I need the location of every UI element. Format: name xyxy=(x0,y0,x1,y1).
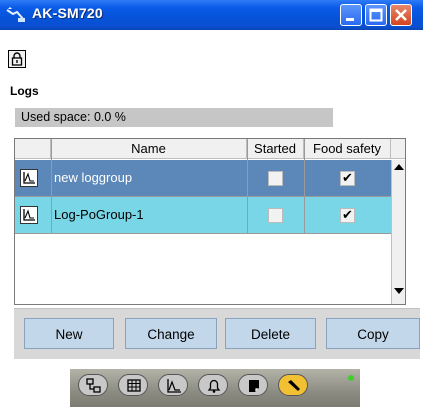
status-led xyxy=(348,375,354,381)
section-title: Logs xyxy=(10,84,39,98)
row-name: Log-PoGroup-1 xyxy=(54,207,144,222)
lock-button[interactable] xyxy=(8,50,26,68)
wrench-icon xyxy=(288,380,300,391)
bell-icon xyxy=(207,379,221,393)
note-button[interactable] xyxy=(238,374,268,396)
row-started-cell xyxy=(247,160,304,196)
title-bar[interactable]: AK-SM720 xyxy=(0,0,423,30)
app-icon xyxy=(6,6,26,24)
used-space-text: Used space: 0.0 % xyxy=(21,110,126,124)
table-row[interactable]: Log-PoGroup-1 ✔ xyxy=(15,197,405,233)
action-panel: New Change Delete Copy xyxy=(14,308,420,359)
food-safety-checkbox[interactable]: ✔ xyxy=(340,170,355,186)
log-table: Name Started Food safety new loggroup ✔ xyxy=(14,138,406,305)
hierarchy-icon xyxy=(86,378,101,393)
maximize-button[interactable] xyxy=(365,4,387,26)
graph-button[interactable] xyxy=(20,169,38,187)
row-food-safety-cell: ✔ xyxy=(304,160,391,196)
wrench-button[interactable] xyxy=(278,374,308,396)
row-graph-cell xyxy=(15,160,51,196)
column-header-icon xyxy=(15,139,51,159)
maximize-icon xyxy=(369,8,383,22)
started-checkbox[interactable] xyxy=(268,208,283,223)
table-scrollbar[interactable] xyxy=(391,160,405,304)
row-divider xyxy=(15,233,391,234)
note-icon xyxy=(249,380,259,392)
hierarchy-button[interactable] xyxy=(78,374,108,396)
graph-tool-button[interactable] xyxy=(158,374,188,396)
row-graph-cell xyxy=(15,197,51,233)
row-name: new loggroup xyxy=(54,170,133,185)
started-checkbox[interactable] xyxy=(268,171,283,186)
scroll-down-icon[interactable] xyxy=(394,288,404,294)
column-divider xyxy=(247,139,248,234)
delete-button[interactable]: Delete xyxy=(225,318,316,349)
food-safety-checkbox[interactable]: ✔ xyxy=(340,207,355,223)
row-food-safety-cell: ✔ xyxy=(304,197,391,233)
row-started-cell xyxy=(247,197,304,233)
grid-button[interactable] xyxy=(118,374,148,396)
column-header-name[interactable]: Name xyxy=(51,139,247,159)
alarm-button[interactable] xyxy=(198,374,228,396)
lock-icon xyxy=(11,52,23,66)
bottom-toolbar xyxy=(70,369,360,407)
graph-icon xyxy=(23,209,35,221)
close-button[interactable] xyxy=(390,4,412,26)
window-title: AK-SM720 xyxy=(32,5,103,21)
table-header: Name Started Food safety xyxy=(15,139,405,159)
change-button[interactable]: Change xyxy=(125,318,217,349)
grid-icon xyxy=(127,379,141,392)
close-icon xyxy=(395,9,407,21)
check-icon: ✔ xyxy=(342,207,353,222)
graph-button[interactable] xyxy=(20,206,38,224)
minimize-icon xyxy=(346,18,354,21)
scroll-up-icon[interactable] xyxy=(394,164,404,170)
graph-icon xyxy=(23,172,35,184)
column-header-started[interactable]: Started xyxy=(247,139,304,159)
column-divider xyxy=(51,139,52,234)
column-header-food-safety[interactable]: Food safety xyxy=(304,139,391,159)
table-row[interactable]: new loggroup ✔ xyxy=(15,160,405,196)
copy-button[interactable]: Copy xyxy=(326,318,420,349)
column-divider xyxy=(304,139,305,234)
used-space-bar: Used space: 0.0 % xyxy=(15,108,333,127)
minimize-button[interactable] xyxy=(340,4,362,26)
app-window: AK-SM720 Logs Used space: 0.0 % Name Sta… xyxy=(0,0,423,407)
check-icon: ✔ xyxy=(342,170,353,185)
new-button[interactable]: New xyxy=(24,318,114,349)
graph-icon xyxy=(167,379,181,393)
